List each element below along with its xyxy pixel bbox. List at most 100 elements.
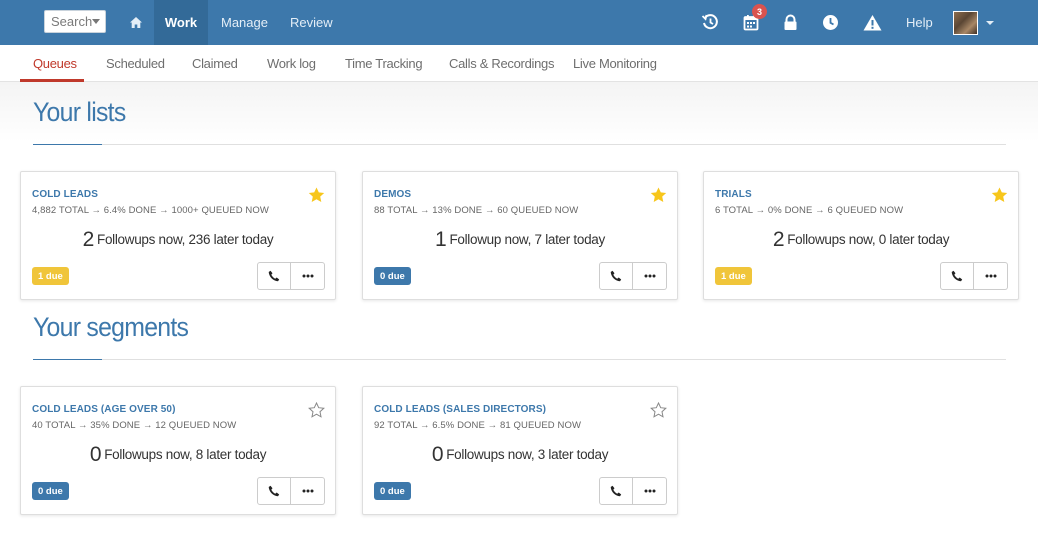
star-filled-icon [991,187,1007,202]
call-button[interactable] [940,262,974,290]
segment-stats: 40 TOTAL → 35% DONE → 12 QUEUED NOW [32,420,237,431]
favorite-toggle[interactable] [307,401,325,419]
lock-icon [784,14,796,30]
segments-section-title: Your segments [33,312,189,342]
nav-review-label: Review [290,15,333,30]
due-badge: 0 due [32,482,69,500]
followups-text: Followup now, 7 later today [449,232,605,247]
followups-text: Followups now, 3 later today [446,447,609,462]
phone-icon [610,270,622,282]
help-label: Help [906,15,933,30]
lock-button[interactable] [779,11,801,33]
home-button[interactable] [118,0,154,45]
call-button[interactable] [257,262,291,290]
tab-work-log-label: Work log [267,55,316,71]
segment-name[interactable]: COLD LEADS (AGE OVER 50) [32,404,176,415]
due-badge: 1 due [32,267,69,285]
phone-icon [268,485,280,497]
card-actions [940,262,1008,290]
tab-calls-recordings-label: Calls & Recordings [449,55,555,71]
due-badge: 1 due [715,267,752,285]
help-link[interactable]: Help [906,0,933,45]
card-actions [257,477,325,505]
call-button[interactable] [599,477,633,505]
nav-review[interactable]: Review [290,0,333,45]
tab-time-tracking[interactable]: Time Tracking [345,45,423,81]
list-stats: 88 TOTAL → 13% DONE → 60 QUEUED NOW [374,205,579,216]
more-icon [644,489,655,493]
top-navbar: Search Work Manage Review 3 Help [0,0,1038,45]
favorite-toggle[interactable] [990,186,1008,204]
lists-divider-accent [33,144,102,145]
phone-icon [951,270,963,282]
more-icon [302,489,313,493]
followups-summary: 0 Followups now, 8 later today [21,443,335,467]
avatar[interactable] [953,11,978,35]
favorite-toggle[interactable] [649,186,667,204]
segment-name[interactable]: COLD LEADS (SALES DIRECTORS) [374,404,546,415]
segments-divider-accent [33,359,102,360]
call-button[interactable] [599,262,633,290]
tab-queues[interactable]: Queues [33,45,77,81]
clock-button[interactable] [819,11,841,33]
favorite-toggle[interactable] [307,186,325,204]
tab-claimed[interactable]: Claimed [192,45,238,81]
tab-scheduled[interactable]: Scheduled [106,45,165,81]
tab-time-tracking-label: Time Tracking [345,55,423,71]
warning-icon [863,14,881,30]
call-button[interactable] [257,477,291,505]
tab-calls-recordings[interactable]: Calls & Recordings [449,45,554,81]
search-dropdown[interactable]: Search [44,10,106,33]
phone-icon [268,270,280,282]
segment-stats: 92 TOTAL → 6.5% DONE → 81 QUEUED NOW [374,420,582,431]
card-actions [257,262,325,290]
list-name[interactable]: TRIALS [715,189,752,200]
more-icon [302,274,313,278]
segment-card-cold-leads-sales-directors: COLD LEADS (SALES DIRECTORS) 92 TOTAL → … [362,386,678,515]
tab-claimed-label: Claimed [192,55,238,71]
nav-manage-label: Manage [221,15,268,30]
followups-count: 0 [431,443,444,466]
more-icon [985,274,996,278]
followups-text: Followups now, 8 later today [104,447,267,462]
followups-summary: 2 Followups now, 0 later today [704,228,1018,252]
more-button[interactable] [633,262,667,290]
calendar-badge: 3 [752,4,767,19]
clock-icon [822,14,838,30]
history-button[interactable] [699,11,721,33]
list-card-trials: TRIALS 6 TOTAL → 0% DONE → 6 QUEUED NOW … [703,171,1019,300]
more-button[interactable] [291,477,325,505]
more-icon [644,274,655,278]
followups-summary: 0 Followups now, 3 later today [363,443,677,467]
favorite-toggle[interactable] [649,401,667,419]
followups-count: 2 [82,228,95,251]
chevron-down-icon [92,19,100,24]
segment-card-cold-leads-age-over-50: COLD LEADS (AGE OVER 50) 40 TOTAL → 35% … [20,386,336,515]
tab-live-monitoring[interactable]: Live Monitoring [573,45,657,81]
more-button[interactable] [974,262,1008,290]
home-icon [130,17,142,28]
list-name[interactable]: DEMOS [374,189,411,200]
alerts-button[interactable] [861,11,883,33]
more-button[interactable] [291,262,325,290]
chevron-down-icon[interactable] [986,21,994,25]
phone-icon [610,485,622,497]
lists-section-title: Your lists [33,97,126,127]
nav-work[interactable]: Work [154,0,208,45]
nav-manage[interactable]: Manage [221,0,268,45]
followups-text: Followups now, 0 later today [787,232,950,247]
card-actions [599,262,667,290]
tab-work-log[interactable]: Work log [267,45,316,81]
more-button[interactable] [633,477,667,505]
followups-count: 0 [89,443,102,466]
list-stats: 4,882 TOTAL → 6.4% DONE → 1000+ QUEUED N… [32,205,269,216]
followups-text: Followups now, 236 later today [97,232,274,247]
nav-work-label: Work [164,15,198,30]
list-card-demos: DEMOS 88 TOTAL → 13% DONE → 60 QUEUED NO… [362,171,678,300]
list-name[interactable]: COLD LEADS [32,189,98,200]
due-badge: 0 due [374,267,411,285]
tab-live-monitoring-label: Live Monitoring [573,55,657,71]
history-icon [701,14,718,30]
list-card-cold-leads: COLD LEADS 4,882 TOTAL → 6.4% DONE → 100… [20,171,336,300]
followups-count: 2 [772,228,785,251]
